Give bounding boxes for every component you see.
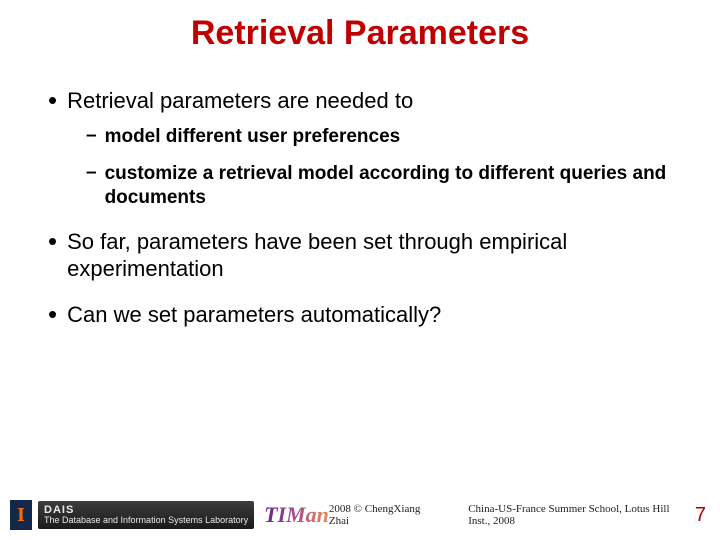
dash-icon: – [86, 162, 97, 184]
bullet-icon: • [48, 228, 57, 254]
dais-logo-subtitle: The Database and Information Systems Lab… [44, 516, 248, 525]
bullet-text: So far, parameters have been set through… [67, 228, 672, 283]
illinois-logo-icon: I [10, 500, 32, 530]
footer-text: 2008 © ChengXiang Zhai China-US-France S… [329, 503, 686, 527]
sublist: – model different user preferences – cus… [86, 125, 672, 210]
footer-venue: China-US-France Summer School, Lotus Hil… [468, 503, 686, 527]
bullet-text: Can we set parameters automatically? [67, 301, 672, 329]
dais-logo: DAIS The Database and Information System… [38, 501, 254, 529]
subbullet-text: customize a retrieval model according to… [105, 162, 672, 210]
subbullet-item: – model different user preferences [86, 125, 672, 149]
subbullet-item: – customize a retrieval model according … [86, 162, 672, 210]
slide: Retrieval Parameters • Retrieval paramet… [0, 0, 720, 540]
page-number: 7 [686, 504, 706, 527]
bullet-icon: • [48, 87, 57, 113]
bullet-item: • Retrieval parameters are needed to [48, 87, 672, 115]
bullet-text: Retrieval parameters are needed to [67, 87, 672, 115]
timan-logo: TIMan [260, 502, 329, 528]
subbullet-text: model different user preferences [105, 125, 672, 149]
bullet-item: • Can we set parameters automatically? [48, 301, 672, 329]
footer-copyright: 2008 © ChengXiang Zhai [329, 503, 428, 527]
bullet-item: • So far, parameters have been set throu… [48, 228, 672, 283]
footer-logos: I DAIS The Database and Information Syst… [10, 500, 329, 530]
dash-icon: – [86, 125, 97, 147]
slide-content: • Retrieval parameters are needed to – m… [0, 53, 720, 328]
slide-footer: I DAIS The Database and Information Syst… [0, 496, 720, 540]
bullet-icon: • [48, 301, 57, 327]
slide-title: Retrieval Parameters [0, 0, 720, 53]
